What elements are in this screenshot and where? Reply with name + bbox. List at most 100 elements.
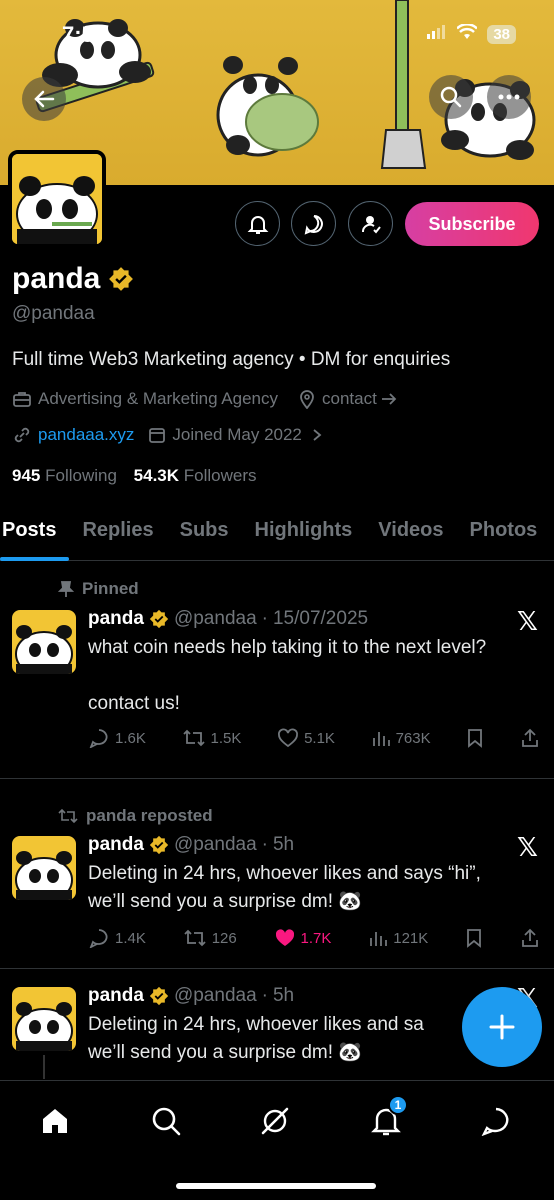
- post-header: panda @pandaa · 15/07/2025: [88, 608, 368, 630]
- post-actions: 1.6K 1.5K 5.1K 763K: [88, 728, 540, 748]
- status-time: 7:56: [62, 22, 107, 47]
- profile-avatar[interactable]: [8, 150, 106, 248]
- tab-highlights[interactable]: Highlights: [242, 515, 366, 560]
- post-text: Deleting in 24 hrs, whoever likes and sa…: [88, 860, 538, 916]
- like-count: 5.1K: [304, 729, 335, 747]
- home-icon: [43, 1109, 67, 1133]
- subscribe-button[interactable]: Subscribe: [405, 202, 539, 246]
- post-separator: ·: [261, 608, 268, 629]
- verified-badge-icon: [149, 835, 169, 855]
- views-button[interactable]: 121K: [368, 928, 428, 948]
- follow-status-button[interactable]: [348, 201, 393, 246]
- post-separator: ·: [261, 834, 268, 855]
- post-text-line: what coin needs help taking it to the ne…: [88, 637, 487, 658]
- website-link[interactable]: pandaaa.xyz: [38, 425, 134, 445]
- post-pinned[interactable]: Pinned panda @pandaa · 15/07/2025 𝕏 what…: [0, 562, 554, 779]
- post-text: Deleting in 24 hrs, whoever likes and sa…: [88, 1011, 460, 1067]
- battery-indicator: 38: [487, 25, 516, 44]
- post-text: what coin needs help taking it to the ne…: [88, 634, 538, 718]
- bottom-nav: 1: [0, 1080, 554, 1200]
- x-logo-icon[interactable]: 𝕏: [517, 832, 538, 863]
- post-author-handle[interactable]: @pandaa: [174, 608, 257, 630]
- back-button[interactable]: [22, 77, 66, 121]
- repost-count: 126: [211, 929, 237, 947]
- pin-icon: [58, 581, 74, 597]
- wifi-icon: [456, 23, 479, 45]
- nav-messages[interactable]: [476, 1101, 516, 1141]
- profile-name-text: panda: [12, 262, 101, 295]
- post-avatar[interactable]: [12, 836, 76, 900]
- views-chart-icon: [372, 732, 390, 746]
- panda-avatar-image: [15, 851, 73, 900]
- tab-replies[interactable]: Replies: [69, 515, 166, 560]
- link-icon: [12, 425, 32, 445]
- arrow-left-icon: [34, 90, 55, 108]
- tab-subs[interactable]: Subs: [167, 515, 242, 560]
- home-indicator[interactable]: [176, 1183, 376, 1189]
- heart-icon: [278, 728, 299, 748]
- following-link[interactable]: 945 Following: [12, 466, 117, 485]
- post-timestamp[interactable]: 5h: [273, 834, 294, 856]
- tab-videos[interactable]: Videos: [365, 515, 456, 560]
- nav-notifications[interactable]: 1: [366, 1095, 408, 1141]
- bookmark-button[interactable]: [466, 728, 484, 748]
- contact-link[interactable]: contact: [322, 389, 377, 409]
- tab-photos[interactable]: Photos: [457, 515, 551, 560]
- notify-button[interactable]: [235, 201, 280, 246]
- repost-count: 1.5K: [210, 729, 242, 747]
- post-author-handle[interactable]: @pandaa: [174, 834, 257, 856]
- views-button[interactable]: 763K: [371, 728, 431, 748]
- post-avatar[interactable]: [12, 610, 76, 674]
- post-actions: 1.4K 126 1.7K 121K: [88, 928, 540, 948]
- bookmark-icon: [468, 729, 483, 748]
- verified-badge-icon[interactable]: [108, 266, 134, 292]
- chevron-right-icon[interactable]: [312, 428, 322, 442]
- nav-grok[interactable]: [255, 1101, 295, 1141]
- post-header: panda @pandaa · 5h: [88, 985, 294, 1007]
- like-button[interactable]: 1.7K: [274, 928, 332, 948]
- bookmark-button[interactable]: [465, 928, 483, 948]
- reply-button[interactable]: 1.4K: [88, 928, 146, 948]
- more-button[interactable]: [487, 75, 531, 119]
- repost-button[interactable]: 126: [183, 928, 237, 948]
- nav-home[interactable]: [35, 1101, 75, 1141]
- panda-avatar-image: [15, 625, 73, 674]
- compose-button[interactable]: [462, 987, 542, 1067]
- followers-count: 54.3K: [133, 466, 180, 485]
- panda-avatar-image: [15, 1002, 73, 1051]
- grok-icon: [261, 1107, 289, 1135]
- post-author-name[interactable]: panda: [88, 985, 144, 1007]
- post-author-name[interactable]: panda: [88, 608, 144, 630]
- like-button[interactable]: 5.1K: [277, 728, 335, 748]
- reply-button[interactable]: 1.6K: [88, 728, 146, 748]
- reply-icon: [89, 729, 108, 748]
- post-text-line: contact us!: [88, 693, 180, 714]
- repost-context-label[interactable]: panda reposted: [86, 806, 213, 826]
- share-button[interactable]: [520, 728, 540, 748]
- arrow-right-icon: [381, 392, 397, 406]
- reply-count: 1.6K: [115, 729, 146, 747]
- joined-date: Joined May 2022: [172, 425, 302, 444]
- heart-filled-icon: [275, 929, 294, 946]
- x-logo-icon[interactable]: 𝕏: [517, 606, 538, 637]
- location-pin-icon: [298, 389, 316, 409]
- search-icon: [152, 1107, 181, 1136]
- tab-posts[interactable]: Posts: [0, 515, 70, 561]
- nav-search[interactable]: [146, 1101, 186, 1141]
- search-icon: [440, 86, 462, 108]
- message-button[interactable]: [291, 201, 336, 246]
- profile-category[interactable]: Advertising & Marketing Agency: [38, 389, 278, 409]
- share-button[interactable]: [520, 928, 540, 948]
- post-timestamp[interactable]: 15/07/2025: [273, 608, 368, 630]
- post-text-line: we’ll send you a surprise dm! 🐼: [88, 891, 362, 912]
- post-timestamp[interactable]: 5h: [273, 985, 294, 1007]
- repost-button[interactable]: 1.5K: [182, 728, 242, 748]
- post-avatar[interactable]: [12, 987, 76, 1051]
- search-button[interactable]: [429, 75, 473, 119]
- post-repost[interactable]: panda reposted panda @pandaa · 5h 𝕏 Dele…: [0, 790, 554, 968]
- followers-link[interactable]: 54.3K Followers: [134, 466, 257, 485]
- post-author-name[interactable]: panda: [88, 834, 144, 856]
- share-icon: [522, 928, 538, 947]
- like-count: 1.7K: [300, 929, 332, 947]
- post-author-handle[interactable]: @pandaa: [174, 985, 257, 1007]
